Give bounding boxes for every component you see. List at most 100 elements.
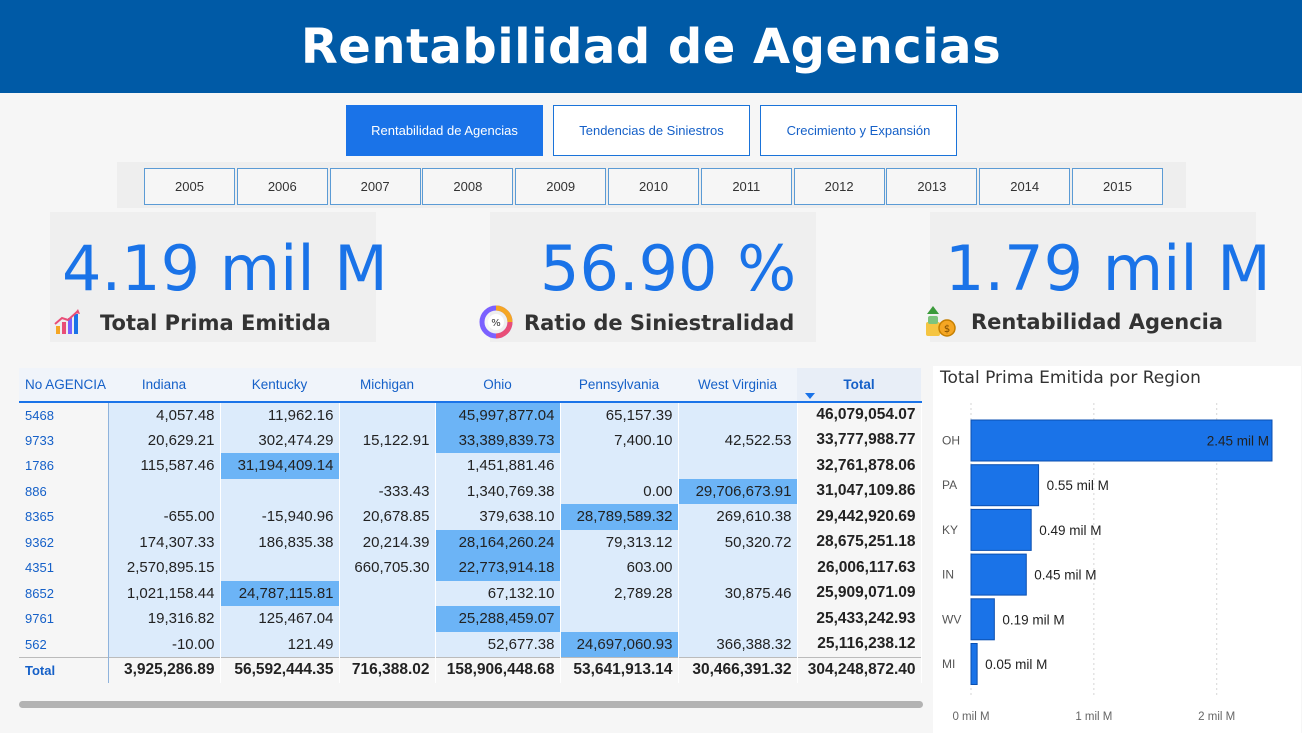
table-row[interactable]: 886 -333.43 1,340,769.38 0.00 29,706,673.91 3… [19, 478, 922, 504]
value-cell: 52,677.38 [435, 631, 561, 657]
row-total-cell: 25,433,242.93 [797, 606, 922, 632]
x-tick-label: 1 mil M [1075, 711, 1112, 723]
year-button-2013[interactable]: 2013 [886, 168, 978, 205]
table-row[interactable]: 8365 -655.00 -15,940.96 20,678.85 379,638.10… [19, 504, 922, 530]
svg-text:%: % [491, 318, 501, 329]
year-button-2010[interactable]: 2010 [608, 168, 699, 205]
value-cell [560, 453, 679, 479]
table-row[interactable]: 9761 19,316.82 125,467.04 25,288,459.07 25,4… [19, 606, 922, 632]
value-cell [678, 606, 798, 632]
value-cell [339, 402, 436, 428]
column-header[interactable]: West Virginia [678, 368, 797, 403]
report-header: Rentabilidad de Agencias [0, 0, 1302, 93]
kpi-ratio-value: 56.90 % [540, 232, 797, 305]
value-cell [678, 402, 798, 428]
horizontal-scrollbar[interactable] [19, 701, 923, 708]
table-row[interactable]: 8652 1,021,158.44 24,787,115.81 67,132.10 2,… [19, 580, 922, 606]
category-label: MI [942, 657, 955, 671]
value-cell: 24,697,060.93 [560, 631, 679, 657]
bar [970, 598, 995, 641]
column-total-cell: 30,466,391.32 [678, 656, 798, 683]
bar [970, 508, 1032, 551]
column-header[interactable]: Pennsylvania [560, 368, 678, 403]
column-header[interactable]: Ohio [435, 368, 560, 403]
column-header[interactable]: Kentucky [220, 368, 339, 403]
year-button-2007[interactable]: 2007 [329, 168, 421, 205]
row-total-cell: 32,761,878.06 [797, 453, 922, 479]
table-row[interactable]: 562 -10.00 121.49 52,677.38 24,697,060.93 366… [19, 631, 922, 657]
x-tick-label: 2 mil M [1198, 711, 1235, 723]
row-total-cell: 25,909,071.09 [797, 580, 922, 606]
column-header[interactable]: No AGENCIA [19, 368, 108, 403]
value-cell [339, 606, 436, 632]
grand-total-cell: 304,248,872.40 [797, 656, 922, 683]
row-total-cell: 25,116,238.12 [797, 631, 922, 657]
value-cell: 24,787,115.81 [220, 580, 340, 606]
data-label: 0.19 mil M [1002, 612, 1064, 627]
value-cell [560, 606, 679, 632]
value-cell: 11,962.16 [220, 402, 340, 428]
value-cell [678, 453, 798, 479]
year-button-2006[interactable]: 2006 [236, 168, 328, 205]
nav-tendencias-button[interactable]: Tendencias de Siniestros [553, 105, 750, 156]
column-header[interactable]: Indiana [108, 368, 220, 403]
kpi-rentabilidad-value: 1.79 mil M [945, 232, 1271, 305]
agency-id-cell: 5468 [19, 402, 109, 428]
value-cell: 28,789,589.32 [560, 504, 679, 530]
value-cell [339, 631, 436, 657]
money-growth-icon: $ [926, 306, 956, 337]
agency-id-cell: 9733 [19, 427, 109, 453]
grand-total-row: Total 3,925,286.89 56,592,444.35 716,388.02… [19, 656, 922, 683]
table-row[interactable]: 4351 2,570,895.15 660,705.30 22,773,914.18 6… [19, 555, 922, 581]
column-header[interactable]: Michigan [339, 368, 435, 403]
bar [970, 643, 978, 685]
value-cell: 7,400.10 [560, 427, 679, 453]
data-label: 0.05 mil M [985, 657, 1047, 672]
value-cell: 25,288,459.07 [435, 606, 561, 632]
agency-id-cell: 1786 [19, 453, 109, 479]
data-label: 0.45 mil M [1034, 568, 1096, 583]
value-cell: 0.00 [560, 478, 679, 504]
page-title: Rentabilidad de Agencias [300, 18, 1002, 75]
value-cell: 31,194,409.14 [220, 453, 340, 479]
value-cell: 79,313.12 [560, 529, 679, 555]
value-cell [339, 580, 436, 606]
value-cell [220, 555, 340, 581]
year-button-2015[interactable]: 2015 [1072, 168, 1163, 205]
value-cell: 45,997,877.04 [435, 402, 561, 428]
year-button-2014[interactable]: 2014 [979, 168, 1071, 205]
bar [970, 464, 1040, 507]
data-label: 0.55 mil M [1047, 478, 1109, 493]
table-row[interactable]: 5468 4,057.48 11,962.16 45,997,877.04 65,157… [19, 402, 922, 428]
nav-crecimiento-button[interactable]: Crecimiento y Expansión [760, 105, 957, 156]
year-button-2011[interactable]: 2011 [700, 168, 792, 205]
value-cell: 29,706,673.91 [678, 478, 798, 504]
value-cell: 603.00 [560, 555, 679, 581]
x-tick-label: 0 mil M [952, 711, 989, 723]
percent-donut-icon: % [479, 305, 513, 339]
column-total-cell: 716,388.02 [339, 656, 436, 683]
value-cell: 50,320.72 [678, 529, 798, 555]
value-cell: 115,587.46 [108, 453, 221, 479]
year-button-2012[interactable]: 2012 [793, 168, 885, 205]
category-label: WV [942, 612, 961, 626]
value-cell: 20,214.39 [339, 529, 436, 555]
kpi-ratio-label: Ratio de Siniestralidad [524, 311, 795, 335]
table-row[interactable]: 9733 20,629.21 302,474.29 15,122.91 33,389,8… [19, 427, 922, 453]
year-button-2009[interactable]: 2009 [515, 168, 607, 205]
value-cell [678, 555, 798, 581]
chart-title: Total Prima Emitida por Region [940, 368, 1201, 388]
sort-desc-icon[interactable] [805, 393, 815, 399]
kpi-prima-value: 4.19 mil M [62, 232, 388, 305]
table-row[interactable]: 9362 174,307.33 186,835.38 20,214.39 28,164,… [19, 529, 922, 555]
table-row[interactable]: 1786 115,587.46 31,194,409.14 1,451,881.46 3… [19, 453, 922, 479]
year-button-2005[interactable]: 2005 [144, 168, 235, 205]
year-button-2008[interactable]: 2008 [422, 168, 514, 205]
value-cell: 42,522.53 [678, 427, 798, 453]
category-label: KY [942, 523, 958, 537]
kpi-rentabilidad-label: Rentabilidad Agencia [971, 310, 1224, 334]
value-cell: -10.00 [108, 631, 221, 657]
column-header[interactable]: Total [797, 368, 921, 403]
column-total-cell: 158,906,448.68 [435, 656, 561, 683]
nav-rentabilidad-button[interactable]: Rentabilidad de Agencias [346, 105, 543, 156]
